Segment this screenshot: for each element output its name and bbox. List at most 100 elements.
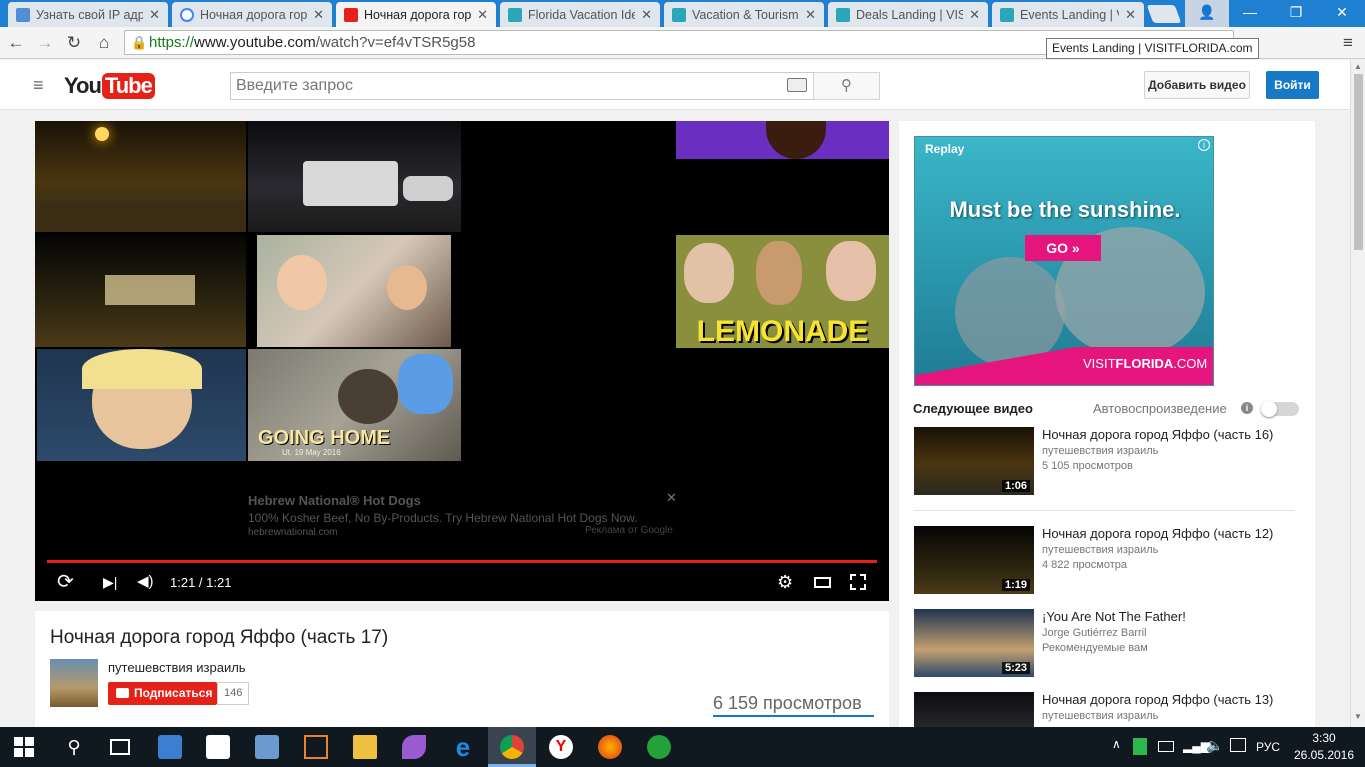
ad-replay-label[interactable]: Replay (925, 142, 964, 156)
autoplay-toggle[interactable] (1261, 401, 1299, 417)
endscreen-tile-truck[interactable] (248, 121, 461, 232)
ad-go-button[interactable]: GO » (1025, 235, 1101, 261)
tab-google-search[interactable]: Ночная дорога гор ✕ (172, 2, 332, 27)
endscreen-tile-lemonade[interactable]: LEMONADE (676, 235, 889, 348)
video-title[interactable]: Ночная дорога город Яффо (часть 12) (1042, 526, 1302, 541)
video-thumbnail[interactable]: 1:19 (914, 526, 1034, 594)
next-video-icon[interactable]: ▶| (103, 573, 117, 591)
restore-button[interactable]: ❐ (1273, 0, 1319, 27)
replay-icon[interactable]: ⟳ (57, 571, 74, 593)
profile-icon[interactable]: 👤 (1185, 0, 1229, 27)
going-home-date: Ut. 19 May 2016 (282, 448, 341, 457)
radio-app-icon[interactable] (647, 735, 671, 759)
overlay-ad-title[interactable]: Hebrew National® Hot Dogs (248, 493, 421, 508)
close-tab-icon[interactable]: ✕ (805, 7, 816, 23)
close-tab-icon[interactable]: ✕ (969, 7, 980, 23)
close-tab-icon[interactable]: ✕ (313, 7, 324, 23)
speaker-icon[interactable]: 🔈 (1206, 737, 1223, 754)
youtube-logo[interactable]: You Tube (64, 72, 155, 100)
firefox-icon[interactable] (598, 735, 622, 759)
windows-start-icon[interactable] (14, 735, 38, 759)
feather-app-icon[interactable] (402, 735, 426, 759)
store-icon[interactable] (206, 735, 230, 759)
progress-bar[interactable] (47, 560, 877, 563)
related-video[interactable]: 1:19 Ночная дорога город Яффо (часть 12)… (914, 526, 1304, 596)
close-tab-icon[interactable]: ✕ (149, 7, 160, 23)
task-view-icon[interactable] (110, 739, 130, 755)
forward-arrow-icon[interactable]: → (33, 31, 57, 55)
overlay-ad-url[interactable]: hebrewnational.com (248, 527, 338, 538)
video-title[interactable]: Ночная дорога город Яффо (часть 16) (1042, 427, 1302, 442)
close-tab-icon[interactable]: ✕ (477, 7, 488, 23)
close-window-button[interactable]: ✕ (1319, 0, 1365, 27)
chrome-active-tab[interactable] (488, 727, 536, 767)
endscreen-tile-purple[interactable] (676, 121, 889, 159)
settings-gear-icon[interactable]: ⚙ (777, 572, 793, 592)
channel-name[interactable]: путешевствия израиль (108, 660, 246, 675)
new-tab-button[interactable] (1146, 5, 1182, 23)
tab-title: Florida Vacation Ide (528, 7, 636, 22)
related-video[interactable]: Ночная дорога город Яффо (часть 13) путе… (914, 692, 1304, 727)
clock-time[interactable]: 3:30 (1296, 731, 1352, 745)
tab-deals-landing[interactable]: Deals Landing | VIS ✕ (828, 2, 988, 27)
sign-in-button[interactable]: Войти (1266, 71, 1319, 99)
theater-mode-icon[interactable] (814, 577, 831, 588)
up-next-video[interactable]: 1:06 Ночная дорога город Яффо (часть 16)… (914, 427, 1304, 497)
ad-info-icon[interactable]: i (1198, 139, 1210, 151)
reload-icon[interactable]: ↻ (62, 31, 86, 55)
endscreen-tile-night-road[interactable] (35, 121, 246, 232)
tab-florida-vacation[interactable]: Florida Vacation Ide ✕ (500, 2, 660, 27)
green-tray-icon[interactable] (1133, 738, 1147, 755)
input-language[interactable]: РУС (1256, 740, 1280, 754)
tab-vacation-tourism[interactable]: Vacation & Tourism ✕ (664, 2, 824, 27)
video-title[interactable]: Ночная дорога город Яффо (часть 13) (1042, 692, 1302, 707)
clock-date[interactable]: 26.05.2016 (1292, 748, 1356, 762)
search-icon[interactable]: ⚲ (62, 735, 86, 759)
video-player[interactable]: LEMONADE GOING HOME Ut. 19 May 2016 Hebr… (35, 121, 889, 601)
back-arrow-icon[interactable]: ← (4, 31, 28, 55)
tab-ip-lookup[interactable]: Узнать свой IP адре ✕ (8, 2, 168, 27)
scroll-up-icon[interactable]: ▲ (1354, 62, 1362, 71)
home-icon[interactable]: ⌂ (92, 31, 116, 55)
related-video[interactable]: 5:23 ¡You Are Not The Father! Jorge Guti… (914, 609, 1304, 679)
keyboard-icon[interactable] (787, 78, 807, 92)
video-thumbnail[interactable] (914, 692, 1034, 727)
endscreen-tile-talkshow[interactable] (37, 349, 246, 461)
channel-avatar[interactable] (50, 659, 98, 707)
menu-icon[interactable]: ≡ (1336, 31, 1360, 55)
close-tab-icon[interactable]: ✕ (641, 7, 652, 23)
page-scrollbar[interactable]: ▲ ▼ (1350, 60, 1365, 727)
logo-you: You (64, 73, 102, 98)
search-button[interactable]: ⚲ (813, 72, 880, 100)
upload-button[interactable]: Добавить видео (1144, 71, 1250, 99)
endscreen-tile-night-shop[interactable] (35, 235, 246, 347)
scrollbar-thumb[interactable] (1354, 74, 1363, 250)
volume-icon[interactable]: ◀) (137, 572, 154, 592)
message-icon[interactable] (1230, 738, 1246, 752)
close-tab-icon[interactable]: ✕ (1125, 7, 1136, 23)
network-manager-icon[interactable] (255, 735, 279, 759)
media-player-icon[interactable] (158, 735, 182, 759)
video-title[interactable]: ¡You Are Not The Father! (1042, 609, 1302, 624)
apps-icon[interactable] (304, 735, 328, 759)
overlay-ad-close-icon[interactable]: ✕ (666, 490, 677, 506)
video-thumbnail[interactable]: 5:23 (914, 609, 1034, 677)
display-ad-banner[interactable]: Replay i Must be the sunshine. GO » VISI… (914, 136, 1214, 386)
autoplay-info-icon[interactable]: i (1241, 402, 1253, 414)
file-explorer-icon[interactable] (353, 735, 377, 759)
edge-icon[interactable]: e (451, 734, 475, 760)
endscreen-tile-kids[interactable] (257, 235, 451, 347)
video-thumbnail[interactable]: 1:06 (914, 427, 1034, 495)
show-hidden-icons[interactable]: ∧ (1112, 737, 1121, 751)
fullscreen-icon[interactable] (850, 574, 866, 590)
search-input[interactable]: Введите запрос (230, 72, 814, 100)
scroll-down-icon[interactable]: ▼ (1354, 712, 1362, 721)
yandex-browser-icon[interactable]: Y (549, 735, 573, 759)
tab-youtube-active[interactable]: Ночная дорога гор ✕ (336, 2, 496, 27)
tab-events-landing[interactable]: Events Landing | VIS ✕ (992, 2, 1144, 27)
minimize-button[interactable]: — (1227, 0, 1273, 27)
guide-menu-icon[interactable]: ≡ (33, 76, 44, 94)
subscribe-button[interactable]: Подписаться (108, 682, 217, 705)
battery-icon[interactable] (1158, 741, 1174, 752)
endscreen-tile-going-home[interactable]: GOING HOME Ut. 19 May 2016 (248, 349, 461, 461)
